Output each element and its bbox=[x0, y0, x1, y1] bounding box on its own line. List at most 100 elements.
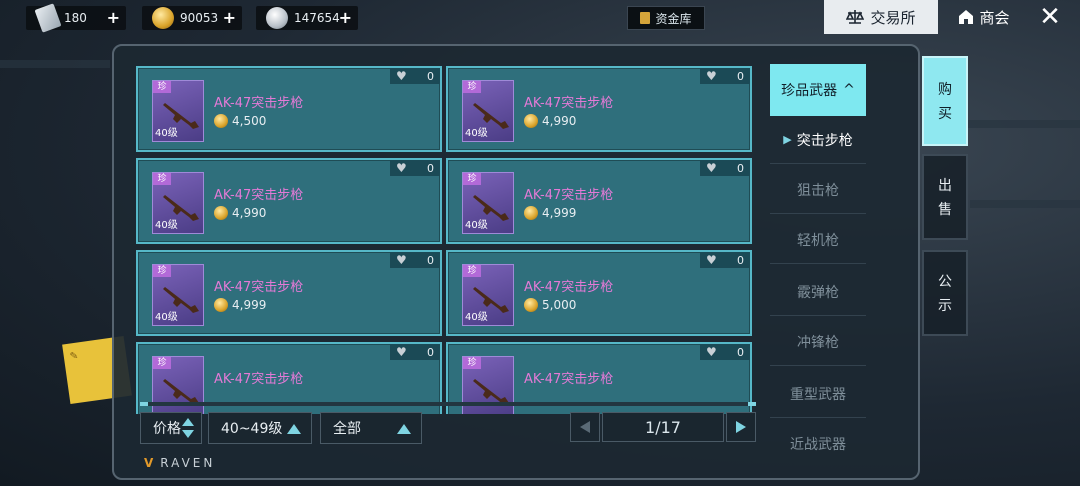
background-shelf bbox=[970, 200, 1080, 208]
tab-shop[interactable]: 商会 bbox=[944, 0, 1024, 34]
listing-card[interactable]: 珍 40级 AK-47突击步枪 4,999 ♥ 0 bbox=[446, 158, 752, 244]
tickets-value: 180 bbox=[64, 11, 87, 25]
category-header[interactable]: 珍品武器 ^ bbox=[770, 64, 866, 116]
brand-logo: V RAVEN bbox=[144, 456, 216, 470]
favorite-count[interactable]: ♥ 0 bbox=[700, 160, 750, 176]
favorite-count[interactable]: ♥ 0 bbox=[390, 160, 440, 176]
scales-icon bbox=[846, 10, 865, 24]
play-marker-icon: ▶ bbox=[783, 133, 792, 146]
heart-icon: ♥ bbox=[396, 345, 407, 359]
gold-coin-icon bbox=[214, 114, 228, 128]
add-gold-button[interactable]: + bbox=[223, 8, 236, 27]
listing-card[interactable]: 珍 40级 AK-47突击步枪 4,999 ♥ 0 bbox=[136, 250, 442, 336]
triangle-left-icon bbox=[580, 421, 590, 433]
item-name: AK-47突击步枪 bbox=[524, 188, 614, 203]
category-lmg[interactable]: 轻机枪 bbox=[770, 216, 866, 264]
heart-icon: ♥ bbox=[706, 161, 717, 175]
heart-icon: ♥ bbox=[396, 69, 407, 83]
sort-price-button[interactable]: 价格 bbox=[140, 412, 202, 444]
favorite-count[interactable]: ♥ 0 bbox=[700, 68, 750, 84]
item-price: 4,999 bbox=[542, 206, 577, 220]
gold-coin-icon bbox=[524, 114, 538, 128]
tab-sell[interactable]: 出 售 bbox=[922, 154, 968, 240]
scope-value: 全部 bbox=[333, 421, 361, 437]
item-name: AK-47突击步枪 bbox=[214, 372, 304, 387]
heart-icon: ♥ bbox=[706, 345, 717, 359]
rarity-badge: 珍 bbox=[153, 357, 171, 369]
close-icon[interactable]: ✕ bbox=[1034, 2, 1066, 32]
background-shelf bbox=[960, 120, 1080, 128]
category-smg[interactable]: 冲锋枪 bbox=[770, 318, 866, 366]
category-list: 珍品武器 ^ ▶ 突击步枪 狙击枪 轻机枪 霰弹枪 冲锋枪 重型武器 近战武器 bbox=[770, 64, 866, 452]
listing-grid: 珍 40级 AK-47突击步枪 4,500 ♥ 0 珍 40级 AK-47突击步枪… bbox=[136, 66, 760, 414]
listing-card[interactable]: 珍 40级 AK-47突击步枪 5,000 ♥ 0 bbox=[446, 250, 752, 336]
favorite-count[interactable]: ♥ 0 bbox=[390, 344, 440, 360]
category-heavy[interactable]: 重型武器 bbox=[770, 370, 866, 418]
add-tickets-button[interactable]: + bbox=[107, 8, 120, 27]
favorite-count[interactable]: ♥ 0 bbox=[390, 68, 440, 84]
tab-shop-label: 商会 bbox=[979, 8, 1010, 27]
item-thumbnail: 珍 40级 bbox=[152, 80, 204, 142]
item-price: 4,999 bbox=[232, 298, 267, 312]
level-range-dropdown[interactable]: 40~49级 bbox=[208, 412, 312, 444]
category-shotgun[interactable]: 霰弹枪 bbox=[770, 268, 866, 316]
gold-coin-icon bbox=[524, 298, 538, 312]
item-level: 40级 bbox=[465, 312, 488, 323]
prev-page-button[interactable] bbox=[570, 412, 600, 442]
gold-coin-icon bbox=[152, 7, 174, 29]
add-silver-button[interactable]: + bbox=[339, 8, 352, 27]
favorite-count[interactable]: ♥ 0 bbox=[390, 252, 440, 268]
item-thumbnail: 珍 40级 bbox=[462, 80, 514, 142]
item-name: AK-47突击步枪 bbox=[214, 96, 304, 111]
category-assault-rifle[interactable]: ▶ 突击步枪 bbox=[770, 116, 866, 164]
level-range-value: 40~49级 bbox=[221, 421, 283, 437]
item-name: AK-47突击步枪 bbox=[524, 96, 614, 111]
rarity-badge: 珍 bbox=[153, 265, 171, 277]
listing-card[interactable]: 珍 40级 AK-47突击步枪 4,990 ♥ 0 bbox=[446, 66, 752, 152]
item-price: 4,500 bbox=[232, 114, 267, 128]
item-price: 5,000 bbox=[542, 298, 577, 312]
item-name: AK-47突击步枪 bbox=[524, 280, 614, 295]
favorite-count[interactable]: ♥ 0 bbox=[700, 344, 750, 360]
gold-coin-icon bbox=[214, 206, 228, 220]
item-name: AK-47突击步枪 bbox=[524, 372, 614, 387]
item-level: 40级 bbox=[155, 220, 178, 231]
listing-scrollbar[interactable] bbox=[140, 402, 756, 406]
scrollbar-cap-right bbox=[748, 402, 756, 406]
next-page-button[interactable] bbox=[726, 412, 756, 442]
heart-icon: ♥ bbox=[396, 161, 407, 175]
tab-notice[interactable]: 公 示 bbox=[922, 250, 968, 336]
vault-button[interactable]: 资金库 bbox=[627, 6, 705, 30]
scope-dropdown[interactable]: 全部 bbox=[320, 412, 422, 444]
chevron-up-icon bbox=[397, 424, 411, 434]
favorite-count[interactable]: ♥ 0 bbox=[700, 252, 750, 268]
listing-card[interactable]: 珍 40级 AK-47突击步枪 4,500 ♥ 0 bbox=[136, 66, 442, 152]
item-level: 40级 bbox=[465, 220, 488, 231]
heart-icon: ♥ bbox=[706, 69, 717, 83]
gold-coin-icon bbox=[524, 206, 538, 220]
gold-coin-icon bbox=[214, 298, 228, 312]
gold-value: 90053 bbox=[180, 11, 219, 25]
item-name: AK-47突击步枪 bbox=[214, 280, 304, 295]
vault-label: 资金库 bbox=[655, 11, 692, 26]
tab-buy[interactable]: 购 买 bbox=[922, 56, 968, 146]
category-sniper[interactable]: 狙击枪 bbox=[770, 166, 866, 214]
item-name: AK-47突击步枪 bbox=[214, 188, 304, 203]
heart-icon: ♥ bbox=[396, 253, 407, 267]
listing-card[interactable]: 珍 40级 AK-47突击步枪 4,990 ♥ 0 bbox=[136, 158, 442, 244]
sort-arrows-icon bbox=[182, 418, 194, 438]
top-bar: 180 + 90053 + 147654 + 资金库 交易所 商会 ✕ bbox=[0, 0, 1080, 36]
rarity-badge: 珍 bbox=[153, 81, 171, 93]
silver-coin-icon bbox=[266, 7, 288, 29]
page-indicator: 1/17 bbox=[602, 412, 724, 442]
item-level: 40级 bbox=[465, 128, 488, 139]
tab-exchange-label: 交易所 bbox=[870, 8, 916, 27]
sort-price-label: 价格 bbox=[153, 421, 181, 437]
item-level: 40级 bbox=[155, 312, 178, 323]
silver-value: 147654 bbox=[294, 11, 340, 25]
item-price: 4,990 bbox=[232, 206, 267, 220]
ticket-card-icon bbox=[34, 3, 62, 33]
category-melee[interactable]: 近战武器 bbox=[770, 420, 866, 453]
house-icon bbox=[959, 10, 974, 24]
tab-exchange[interactable]: 交易所 bbox=[824, 0, 938, 34]
